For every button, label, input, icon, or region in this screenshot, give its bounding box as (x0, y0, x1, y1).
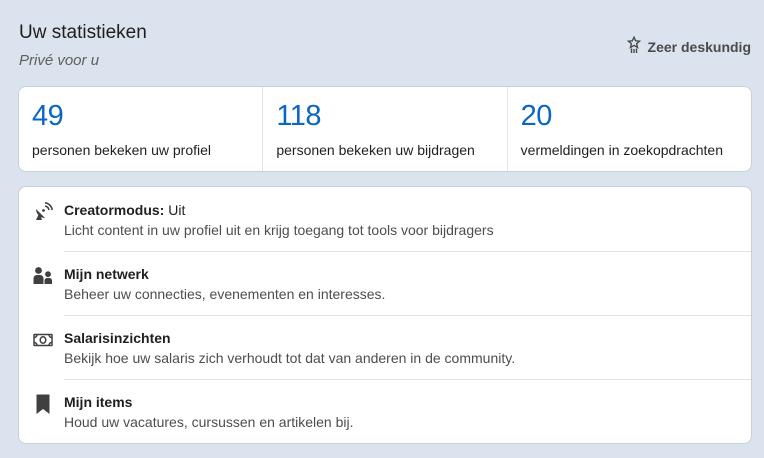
resource-description: Bekijk hoe uw salaris zich verhoudt tot … (64, 350, 516, 366)
stat-label: vermeldingen in zoekopdrachten (520, 142, 724, 158)
expert-badge-label: Zeer deskundig (647, 38, 751, 55)
creator-mode-status: Uit (164, 202, 186, 218)
resources-card: Creatormodus: Uit Licht content in uw pr… (18, 186, 752, 444)
money-icon (33, 329, 53, 351)
page-title: Uw statistieken (19, 22, 147, 43)
stat-label: personen bekeken uw bijdragen (276, 142, 475, 158)
resource-title: Mijn netwerk (64, 266, 149, 282)
resource-title: Mijn items (64, 394, 133, 410)
satellite-dish-icon (33, 201, 53, 223)
resource-my-items[interactable]: Mijn items Houd uw vacatures, cursussen … (19, 379, 751, 443)
stats-header: Uw statistieken Privé voor u (19, 22, 147, 70)
resource-salary-insights[interactable]: Salarisinzichten Bekijk hoe uw salaris z… (19, 315, 751, 379)
stats-card: 49 personen bekeken uw profiel 118 perso… (18, 86, 752, 172)
stat-value: 49 (32, 100, 64, 132)
stat-label: personen bekeken uw profiel (32, 142, 212, 158)
resource-description: Beheer uw connecties, evenementen en int… (64, 286, 386, 302)
resource-description: Houd uw vacatures, cursussen en artikele… (64, 414, 354, 430)
resource-title: Salarisinzichten (64, 330, 171, 346)
stat-search-appearances[interactable]: 20 vermeldingen in zoekopdrachten (508, 87, 751, 171)
resource-creator-mode[interactable]: Creatormodus: Uit Licht content in uw pr… (19, 187, 751, 251)
stat-profile-views[interactable]: 49 personen bekeken uw profiel (19, 87, 264, 171)
resource-my-network[interactable]: Mijn netwerk Beheer uw connecties, evene… (19, 251, 751, 315)
stat-value: 118 (276, 100, 322, 132)
resource-title: Creatormodus: Uit (64, 202, 186, 218)
stat-value: 20 (520, 100, 553, 132)
star-medal-icon (626, 35, 642, 57)
stat-post-views[interactable]: 118 personen bekeken uw bijdragen (263, 87, 508, 171)
expert-badge[interactable]: Zeer deskundig (626, 35, 751, 57)
bookmark-icon (33, 393, 53, 415)
people-icon (33, 265, 53, 287)
resource-description: Licht content in uw profiel uit en krijg… (64, 222, 494, 238)
page-subtitle: Privé voor u (19, 52, 100, 69)
